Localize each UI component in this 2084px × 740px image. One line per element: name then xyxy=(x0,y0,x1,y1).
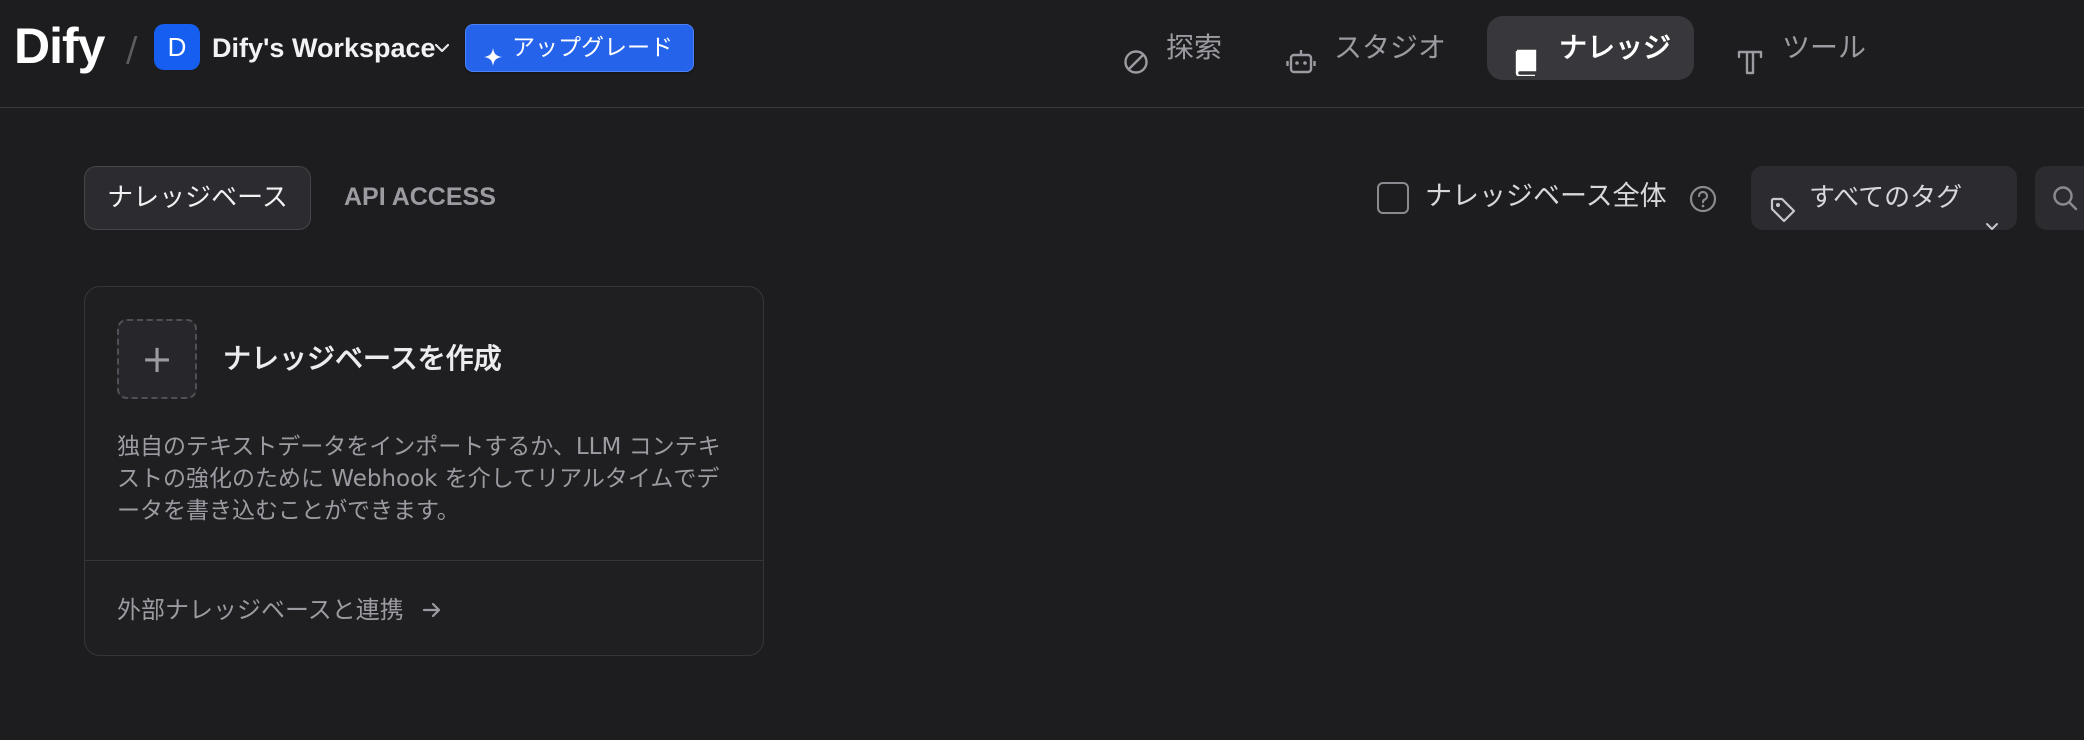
create-knowledge-card[interactable]: + ナレッジベースを作成 独自のテキストデータをインポートするか、LLM コンテ… xyxy=(84,286,764,656)
connect-external-knowledge-link[interactable]: 外部ナレッジベースと連携 xyxy=(117,593,443,630)
all-knowledge-label[interactable]: ナレッジベース全体 xyxy=(1425,176,1667,218)
search-icon xyxy=(2051,184,2079,216)
nav-explore-label: 探索 xyxy=(1166,31,1223,64)
nav-explore[interactable]: 探索 xyxy=(1106,16,1246,80)
nav-studio-label: スタジオ xyxy=(1334,31,1447,64)
all-knowledge-checkbox[interactable] xyxy=(1377,182,1409,214)
nav-knowledge-label: ナレッジ xyxy=(1559,31,1672,64)
tag-icon xyxy=(1769,184,1797,248)
help-circle-icon[interactable] xyxy=(1688,184,1718,218)
robot-icon xyxy=(1286,35,1316,99)
external-link-label: 外部ナレッジベースと連携 xyxy=(117,596,404,624)
tab-knowledge-base[interactable]: ナレッジベース xyxy=(84,166,311,230)
nav-knowledge[interactable]: ナレッジ xyxy=(1487,16,1694,80)
tag-filter-label: すべてのタグ xyxy=(1809,183,1963,213)
book-icon xyxy=(1513,35,1539,99)
upgrade-button[interactable]: アップグレード xyxy=(465,24,694,72)
sparkle-icon xyxy=(482,38,504,84)
workspace-name[interactable]: Dify's Workspace xyxy=(212,30,436,66)
nav-tools[interactable]: ツール xyxy=(1720,16,1880,80)
card-divider xyxy=(85,560,763,561)
tab-api-access[interactable]: API ACCESS xyxy=(344,166,496,230)
search-input[interactable] xyxy=(2035,166,2084,230)
chevron-down-icon[interactable] xyxy=(432,38,452,62)
plus-icon[interactable]: + xyxy=(117,319,197,399)
arrow-right-icon xyxy=(421,596,443,630)
upgrade-label: アップグレード xyxy=(512,35,673,61)
create-knowledge-description: 独自のテキストデータをインポートするか、LLM コンテキストの強化のために We… xyxy=(117,434,721,524)
compass-icon xyxy=(1122,35,1150,99)
chevron-down-icon xyxy=(1984,193,2000,257)
tag-filter-dropdown[interactable]: すべてのタグ xyxy=(1751,166,2017,230)
nav-studio[interactable]: スタジオ xyxy=(1270,16,1460,80)
nav-tools-label: ツール xyxy=(1782,31,1867,64)
top-navbar: Dify / D Dify's Workspace アップグレード 探索 スタジ… xyxy=(0,0,2084,108)
create-knowledge-title[interactable]: ナレッジベースを作成 xyxy=(223,337,502,381)
dify-logo[interactable]: Dify xyxy=(14,18,105,74)
breadcrumb-separator: / xyxy=(126,30,138,70)
tool-icon xyxy=(1736,35,1764,99)
workspace-avatar[interactable]: D xyxy=(154,24,200,70)
